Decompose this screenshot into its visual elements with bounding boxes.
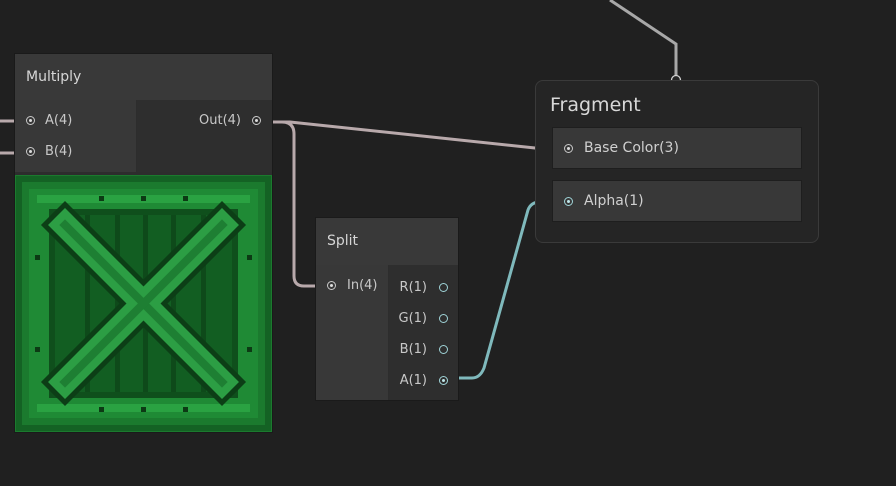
- multiply-input-b[interactable]: B(4): [15, 142, 136, 162]
- multiply-node[interactable]: Multiply A(4) B(4) Out(4): [15, 54, 272, 432]
- output-port-icon[interactable]: [439, 376, 448, 385]
- split-output-g[interactable]: G(1): [389, 309, 458, 329]
- multiply-input-a-label: A(4): [45, 113, 73, 128]
- crate-icon: [15, 175, 272, 432]
- multiply-outputs: Out(4): [137, 100, 272, 172]
- multiply-inputs: A(4) B(4): [15, 100, 136, 172]
- wooden-crate-preview: [15, 175, 272, 432]
- split-output-b-label: B(1): [399, 342, 427, 357]
- split-inputs: In(4): [316, 265, 388, 400]
- wire-out-to-split-in[interactable]: [281, 120, 320, 288]
- split-input-in[interactable]: In(4): [316, 276, 388, 296]
- output-port-icon[interactable]: [439, 314, 448, 323]
- split-output-b[interactable]: B(1): [389, 340, 458, 360]
- multiply-input-b-label: B(4): [45, 144, 73, 159]
- multiply-output-out[interactable]: Out(4): [137, 111, 272, 131]
- split-output-r[interactable]: R(1): [389, 278, 458, 298]
- input-port-icon[interactable]: [26, 116, 35, 125]
- split-output-r-label: R(1): [399, 280, 427, 295]
- split-node-title[interactable]: Split: [316, 218, 458, 265]
- multiply-output-out-label: Out(4): [199, 113, 241, 128]
- split-node[interactable]: Split In(4) R(1) G(1) B(1) A(1): [316, 218, 458, 400]
- fragment-port-alpha[interactable]: Alpha(1): [553, 181, 801, 221]
- input-port-icon[interactable]: [327, 281, 336, 290]
- fragment-port-base-color-label: Base Color(3): [584, 140, 679, 156]
- multiply-input-a[interactable]: A(4): [15, 111, 136, 131]
- input-port-icon[interactable]: [564, 197, 573, 206]
- multiply-node-title[interactable]: Multiply: [15, 54, 272, 100]
- split-output-g-label: G(1): [398, 311, 428, 326]
- split-input-in-label: In(4): [347, 278, 378, 293]
- output-port-icon[interactable]: [439, 345, 448, 354]
- output-port-icon[interactable]: [252, 116, 261, 125]
- split-output-a[interactable]: A(1): [389, 371, 458, 391]
- fragment-title[interactable]: Fragment: [550, 94, 641, 116]
- fragment-port-alpha-label: Alpha(1): [584, 193, 644, 209]
- split-outputs: R(1) G(1) B(1) A(1): [389, 265, 458, 400]
- fragment-context-block[interactable]: Fragment Base Color(3) Alpha(1): [535, 80, 819, 243]
- input-port-icon[interactable]: [26, 147, 35, 156]
- output-port-icon[interactable]: [439, 283, 448, 292]
- split-output-a-label: A(1): [399, 373, 427, 388]
- wire-context-to-fragment[interactable]: [609, 0, 678, 80]
- fragment-port-base-color[interactable]: Base Color(3): [553, 128, 801, 168]
- input-port-icon[interactable]: [564, 144, 573, 153]
- wire-out-to-basecolor[interactable]: [262, 120, 553, 150]
